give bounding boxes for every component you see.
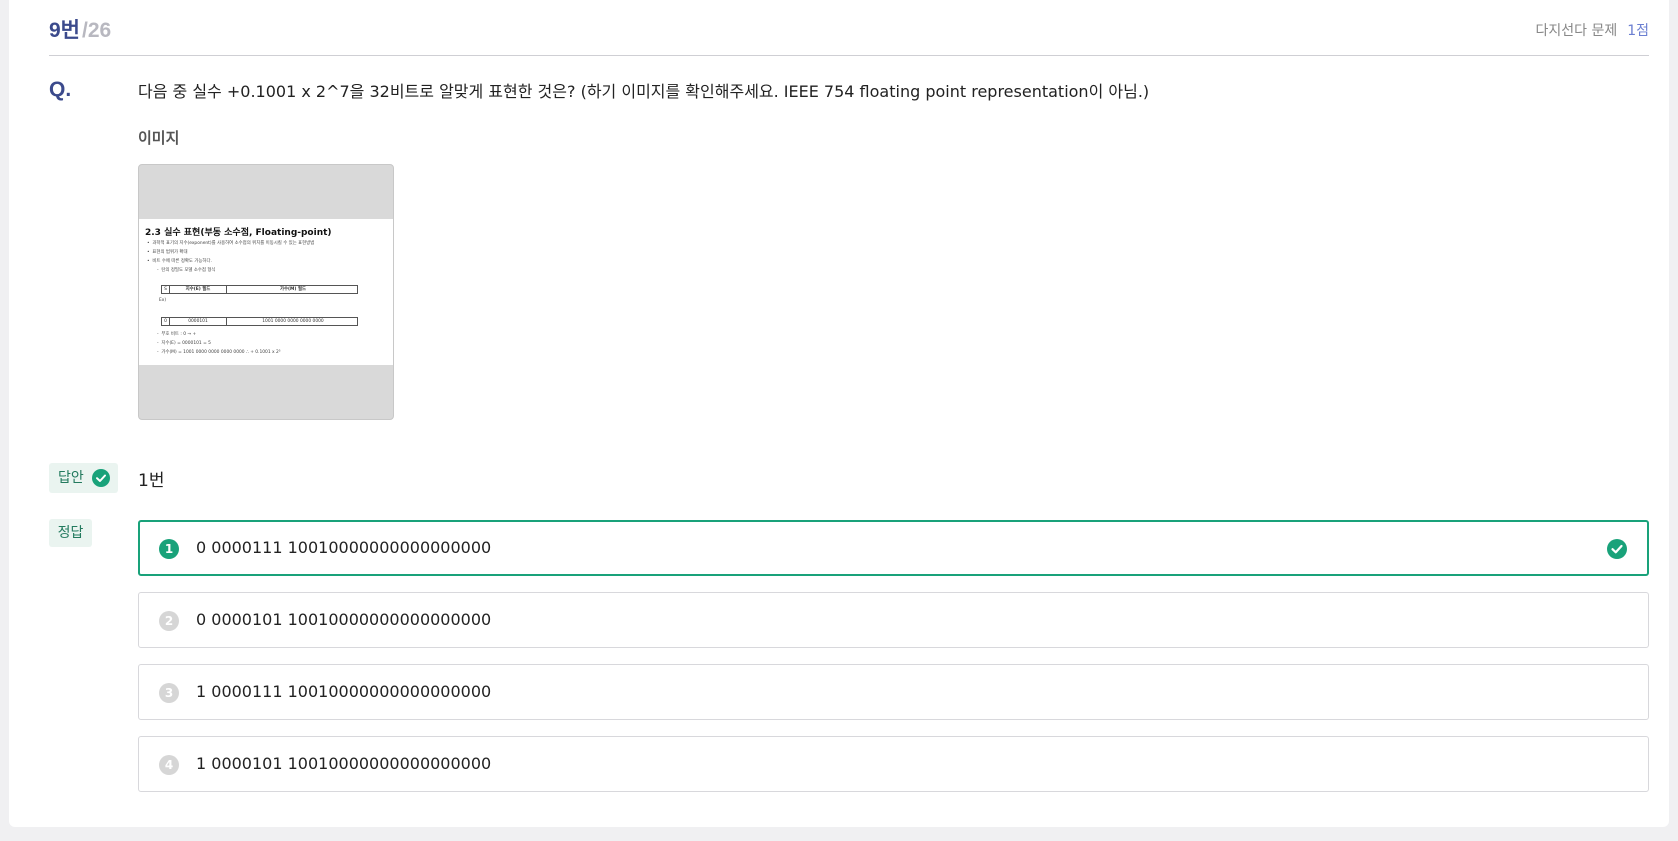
option-1[interactable]: 1 0 0000111 10010000000000000000	[138, 520, 1649, 576]
slide-sub-text: 탄의 정밀도 모델 소수점 형식	[161, 268, 216, 273]
slide-note-text: 지수(E) = 0000101 = 5	[161, 341, 211, 346]
my-answer-badge-label: 답안	[58, 470, 84, 486]
question-mark: Q.	[49, 78, 72, 101]
option-text: 0 0000101 10010000000000000000	[196, 610, 492, 629]
slide-bullet: • 비트 수에 따른 정확도 가능하다.	[147, 259, 212, 264]
slide-note-text: 가수(M) = 1001 0000 0000 0000 0000 ∴ + 0.1…	[161, 350, 281, 355]
slide-bullet-text: 표현의 범위가 확대	[152, 250, 188, 255]
question-card: 9번/26 다지선다 문제 1점 Q. 다음 중 실수 +0.1001 x 2^7…	[9, 0, 1669, 827]
question-text: 다음 중 실수 +0.1001 x 2^7을 32비트로 알맞게 표현한 것은?…	[138, 82, 1150, 101]
option-text: 1 0000101 10010000000000000000	[196, 754, 492, 773]
check-circle-icon	[1607, 539, 1627, 559]
field-exponent-value: 0000101	[170, 318, 227, 325]
option-2[interactable]: 2 0 0000101 10010000000000000000	[138, 592, 1649, 648]
correct-answer-badge: 정답	[49, 519, 92, 547]
field-sign-value: 0	[162, 318, 170, 325]
option-3[interactable]: 3 1 0000111 10010000000000000000	[138, 664, 1649, 720]
slide-sub: - 탄의 정밀도 모델 소수점 형식	[157, 268, 216, 273]
field-mantissa-value: 1001 0000 0000 0000 0000	[262, 319, 324, 324]
option-4[interactable]: 4 1 0000101 10010000000000000000	[138, 736, 1649, 792]
slide-title: 2.3 실수 표현(부동 소수점, Floating-point)	[145, 228, 332, 238]
slide-note: - 지수(E) = 0000101 = 5	[157, 341, 211, 346]
option-number: 3	[159, 683, 179, 703]
slide-bullet: • 표현의 범위가 확대	[147, 250, 188, 255]
slide-note-text: 부호 비트 : 0 → +	[161, 332, 197, 337]
option-text: 1 0000111 10010000000000000000	[196, 682, 492, 701]
slide-note: - 가수(M) = 1001 0000 0000 0000 0000 ∴ + 0…	[157, 350, 281, 355]
option-number: 2	[159, 611, 179, 631]
option-number: 4	[159, 755, 179, 775]
question-points: 1점	[1627, 23, 1649, 39]
slide-example-label: Ex)	[159, 298, 167, 303]
my-answer-value: 1번	[138, 471, 165, 491]
field-diagram-2: 0 0000101 1001 0000 0000 0000 0000	[161, 317, 358, 326]
question-header: 9번/26 다지선다 문제 1점	[49, 14, 1649, 56]
question-number: 9번/26	[49, 14, 111, 44]
image-label: 이미지	[138, 129, 180, 147]
option-text: 0 0000111 10010000000000000000	[196, 538, 492, 557]
question-type-label: 다지선다 문제	[1535, 23, 1618, 39]
question-type: 다지선다 문제 1점	[1535, 20, 1649, 40]
field-sign: S	[162, 286, 170, 293]
question-image[interactable]: 2.3 실수 표현(부동 소수점, Floating-point) • 과학적 …	[138, 164, 394, 420]
question-total: /26	[82, 19, 112, 42]
slide-bullet-text: 비트 수에 따른 정확도 가능하다.	[152, 259, 212, 264]
my-answer-badge: 답안	[49, 463, 118, 493]
slide-bullet: • 과학적 표기의 지수(exponent)를 사용하여 소수점의 위치를 이동…	[147, 241, 315, 246]
field-diagram-1: S 지수(E) 필드 가수(M) 필드	[161, 285, 358, 294]
check-circle-icon	[92, 469, 110, 487]
slide-note: - 부호 비트 : 0 → +	[157, 332, 197, 337]
question-number-current: 9번	[49, 19, 80, 42]
slide-bullet-text: 과학적 표기의 지수(exponent)를 사용하여 소수점의 위치를 이동시킬…	[152, 241, 315, 246]
field-exponent: 지수(E) 필드	[170, 286, 227, 293]
slide-image: 2.3 실수 표현(부동 소수점, Floating-point) • 과학적 …	[139, 219, 393, 365]
field-mantissa: 가수(M) 필드	[279, 287, 307, 292]
option-number: 1	[159, 539, 179, 559]
